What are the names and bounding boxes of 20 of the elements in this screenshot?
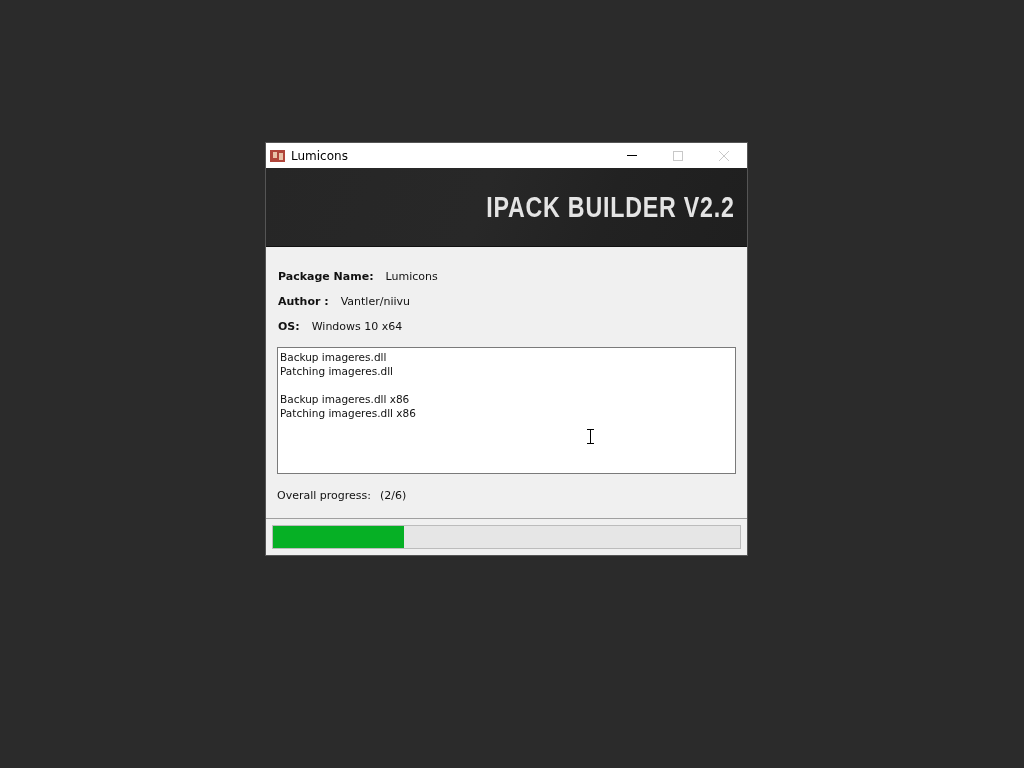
maximize-icon (673, 150, 683, 161)
log-line: Patching imageres.dll (280, 364, 394, 378)
progress-label: Overall progress: (277, 489, 371, 504)
log-box[interactable]: Backup imageres.dll Patching imageres.dll Backup imageres.dll x86 Patching imageres.dll x86 (277, 347, 736, 474)
minimize-icon (627, 154, 637, 157)
text-cursor-icon (587, 429, 594, 444)
log-line: Backup imageres.dll x86 (280, 392, 411, 406)
log-line: Patching imageres.dll x86 (280, 406, 417, 420)
banner-title: IPACK BUILDER V2.2 (486, 190, 735, 224)
field-value: Windows 10 x64 (311, 319, 403, 333)
close-icon (719, 150, 729, 161)
field-label: OS: (278, 319, 300, 333)
progress-count: (2/6) (380, 489, 407, 504)
window-title: Lumicons (291, 148, 349, 163)
field-label: Author : (278, 294, 329, 308)
field-value: Vantler/niivu (340, 294, 410, 308)
log-line: Backup imageres.dll (280, 350, 388, 364)
app-icon (270, 149, 285, 162)
field-value: Lumicons (385, 269, 438, 283)
field-label: Package Name: (278, 269, 374, 283)
